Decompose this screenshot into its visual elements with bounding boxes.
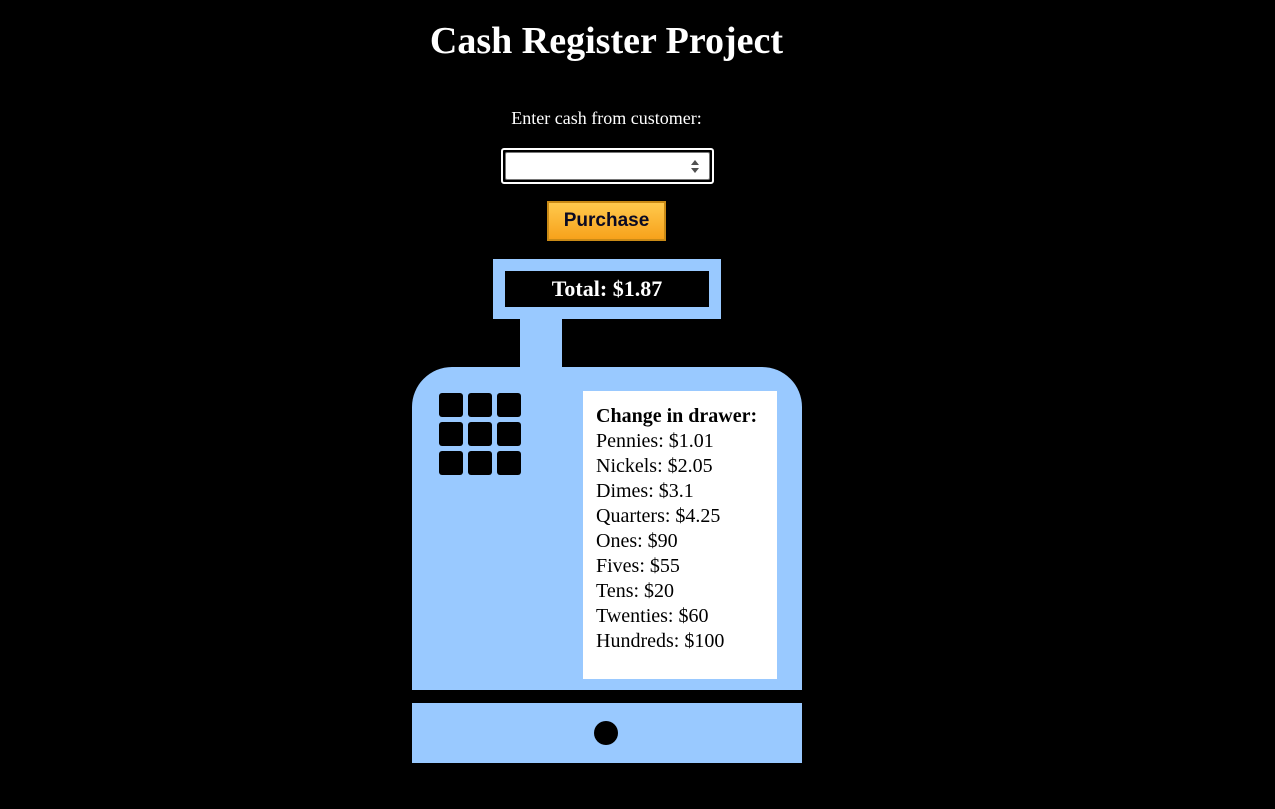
drawer-item-twenties: Twenties: $60 [596, 605, 709, 627]
drawer-item-tens: Tens: $20 [596, 580, 675, 602]
drawer-item-nickels: Nickels: $2.05 [596, 455, 713, 477]
keypad-key-icon [468, 451, 492, 475]
keypad-key-icon [439, 451, 463, 475]
keypad-key-icon [497, 393, 521, 417]
register-display: Total: $1.87 [493, 259, 721, 319]
register-body: Change in drawer: Pennies: $1.01 Nickels… [412, 367, 802, 690]
register-drawer-base [412, 703, 802, 763]
keypad-key-icon [439, 393, 463, 417]
drawer-item-ones: Ones: $90 [596, 530, 678, 552]
change-in-drawer-panel: Change in drawer: Pennies: $1.01 Nickels… [583, 391, 777, 679]
drawer-button-icon [594, 721, 618, 745]
drawer-item-dimes: Dimes: $3.1 [596, 480, 694, 502]
spinner-down-icon[interactable] [691, 168, 699, 173]
drawer-heading: Change in drawer: [596, 405, 758, 427]
register-display-stand [520, 318, 562, 370]
keypad-key-icon [497, 422, 521, 446]
keypad-key-icon [468, 422, 492, 446]
drawer-item-fives: Fives: $55 [596, 555, 680, 577]
drawer-item-pennies: Pennies: $1.01 [596, 430, 714, 452]
cash-input[interactable] [505, 152, 710, 180]
cash-input-container [501, 148, 714, 184]
spinner-up-icon[interactable] [691, 160, 699, 165]
total-display: Total: $1.87 [505, 271, 709, 307]
keypad-key-icon [497, 451, 521, 475]
page-title: Cash Register Project [429, 20, 784, 62]
purchase-button[interactable]: Purchase [547, 201, 666, 241]
cash-input-label: Enter cash from customer: [511, 108, 702, 128]
keypad-key-icon [439, 422, 463, 446]
number-spinner-icon[interactable] [691, 159, 701, 175]
keypad [439, 393, 523, 475]
drawer-item-quarters: Quarters: $4.25 [596, 505, 721, 527]
keypad-key-icon [468, 393, 492, 417]
drawer-item-hundreds: Hundreds: $100 [596, 630, 725, 652]
